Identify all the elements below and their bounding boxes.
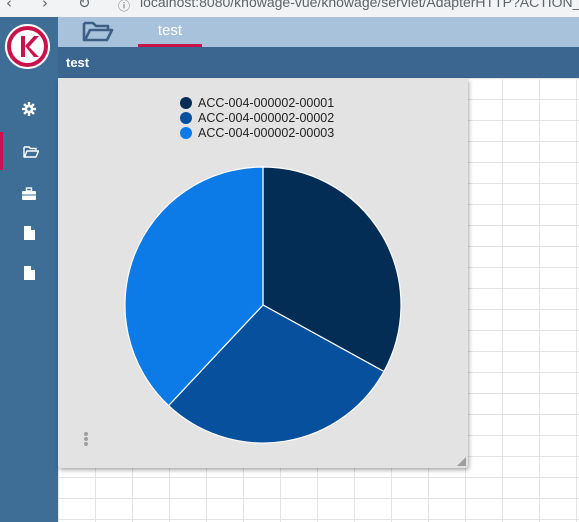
document-tab-bar: test [58,17,579,47]
resize-handle-icon[interactable] [457,457,466,466]
widget-menu-icon[interactable] [82,432,90,450]
reload-icon[interactable]: ↻ [78,0,91,12]
file-icon [23,226,35,240]
sidebar-item-workspace[interactable] [0,174,58,212]
sheet-title-bar: test [58,47,579,78]
pie-chart [124,166,402,444]
browser-address-bar: ‹ › ↻ ⓘ localhost:8080/knowage-vue/knowa… [0,0,579,17]
chart-widget[interactable]: ACC-004-000002-00001 ACC-004-000002-00002… [58,78,468,468]
back-icon[interactable]: ‹ [6,0,12,12]
info-icon[interactable]: ⓘ [118,0,130,14]
sheet-title: test [66,55,90,70]
sidebar-item-settings[interactable] [0,90,58,128]
file-icon [23,266,35,280]
logo-letter-k [11,30,44,63]
folder-open-icon [22,145,39,158]
sidebar-item-file-1[interactable] [0,214,58,252]
sidebar-item-documents[interactable] [0,132,58,170]
briefcase-icon [22,186,36,200]
folder-open-icon[interactable] [82,19,114,43]
gear-icon [22,102,36,116]
app-window: ‹ › ↻ ⓘ localhost:8080/knowage-vue/knowa… [0,0,579,522]
url-text[interactable]: localhost:8080/knowage-vue/knowage/servl… [140,0,579,10]
sidebar-item-file-2[interactable] [0,254,58,292]
forward-icon[interactable]: › [42,0,48,12]
knowage-logo[interactable] [5,24,50,69]
sidebar [0,17,58,522]
tab-test[interactable]: test [138,17,202,47]
